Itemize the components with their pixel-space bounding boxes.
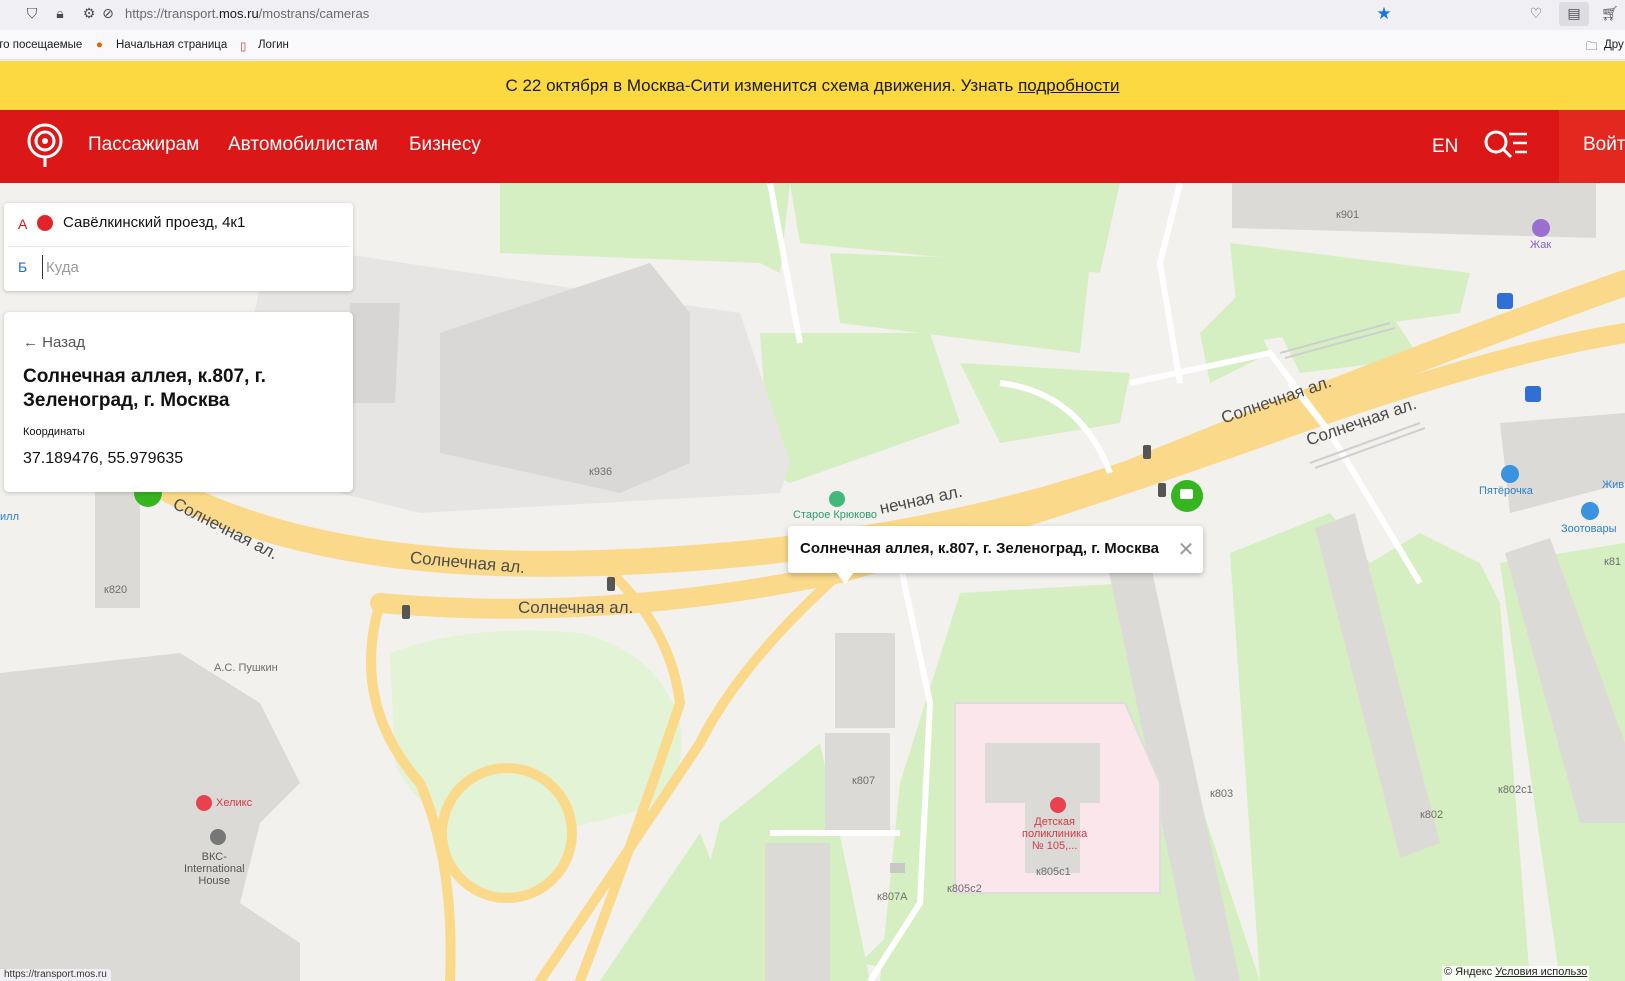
balloon-tail	[836, 572, 854, 584]
tracking-icon[interactable]: ⊘	[99, 5, 117, 23]
poi-label: Жак	[1530, 239, 1552, 251]
logo-icon[interactable]	[26, 122, 64, 168]
building-label: к81	[1604, 556, 1622, 568]
route-point-a-letter: А	[18, 216, 28, 232]
map[interactable]: Солнечная ал. Солнечная ал. Солнечная ал…	[0, 183, 1625, 981]
bookmarks-bar: то посещаемые ● Начальная страница ▯ Лог…	[0, 30, 1625, 60]
poi-label: Жив	[1602, 479, 1625, 491]
lock-icon[interactable]: 🔒︎	[51, 5, 69, 23]
bookmark-other[interactable]: Дру	[1604, 39, 1624, 51]
building-label: к807	[852, 775, 876, 787]
bookmark-icon: ▯	[240, 41, 247, 53]
terms-link[interactable]: Условия использо	[1495, 966, 1587, 978]
poi-label: ВКС- International House	[184, 851, 245, 887]
building-label: к805с1	[1036, 866, 1071, 878]
poi-label: Зоотовары	[1561, 523, 1617, 535]
coordinates-value: 37.189476, 55.979635	[23, 450, 184, 467]
nav-passengers[interactable]: Пассажирам	[88, 134, 199, 156]
url-text[interactable]: https://transport.mos.ru/mostrans/camera…	[125, 6, 369, 21]
shield-icon[interactable]: ⛉	[23, 5, 41, 23]
balloon-address: Солнечная аллея, к.807, г. Зеленоград, г…	[800, 540, 1159, 557]
announcement-text: С 22 октября в Москва-Сити изменится схе…	[505, 76, 1019, 95]
bookmark-home[interactable]: Начальная страница	[116, 39, 227, 51]
poi-label: А.С. Пушкин	[214, 662, 278, 674]
route-point-b-letter: Б	[18, 259, 28, 275]
site-header: Пассажирам Автомобилистам Бизнесу EN Вой…	[0, 110, 1625, 183]
route-to-input[interactable]	[42, 255, 332, 279]
search-menu-icon[interactable]	[1483, 129, 1529, 161]
url-bar[interactable]: ⛉ 🔒︎ ⚙ ⊘ https://transport.mos.ru/mostra…	[0, 0, 1402, 28]
cart-icon[interactable]: 🛒︎	[1601, 5, 1619, 23]
login-button[interactable]: Войт	[1559, 110, 1625, 183]
place-title: Солнечная аллея, к.807, г. Зеленоград, г…	[23, 366, 266, 411]
status-url: https://transport.mos.ru	[0, 969, 111, 981]
map-balloon: Солнечная аллея, к.807, г. Зеленоград, г…	[788, 526, 1203, 573]
folder-icon: 🗀︎	[1586, 41, 1598, 53]
nav-motorists[interactable]: Автомобилистам	[228, 134, 378, 156]
bookmark-most-visited[interactable]: то посещаемые	[0, 39, 82, 51]
announcement-banner: С 22 октября в Москва-Сити изменится схе…	[0, 61, 1625, 110]
permissions-icon[interactable]: ⚙	[80, 5, 98, 23]
building-label: к805с2	[947, 883, 982, 895]
point-a-marker-icon	[37, 215, 53, 231]
firefox-icon: ●	[96, 39, 103, 51]
close-icon[interactable]: ✕	[1176, 539, 1196, 559]
route-panel: А Савёлкинский проезд, 4к1 Б	[4, 203, 353, 291]
poi-label: Хеликс	[216, 797, 253, 809]
route-divider	[8, 246, 349, 247]
pocket-icon[interactable]: ♡	[1527, 5, 1545, 23]
bookmark-login[interactable]: Логин	[258, 39, 289, 51]
location-info-card: ← Назад Солнечная аллея, к.807, г. Зелен…	[4, 312, 353, 492]
login-label: Войт	[1583, 134, 1625, 155]
coordinates-label: Координаты	[23, 426, 85, 438]
announcement-link[interactable]: подробности	[1018, 76, 1119, 95]
poi-label: Старое Крюково	[793, 509, 878, 521]
language-switch[interactable]: EN	[1432, 136, 1458, 158]
route-from-field[interactable]: Савёлкинский проезд, 4к1	[63, 214, 245, 231]
building-label: к820	[104, 584, 128, 596]
reader-view-icon[interactable]: ▤	[1559, 2, 1589, 26]
browser-toolbar: ⛉ 🔒︎ ⚙ ⊘ https://transport.mos.ru/mostra…	[0, 0, 1625, 30]
building-label: к803	[1210, 788, 1234, 800]
building-label: к807А	[877, 891, 908, 903]
building-label: к936	[589, 466, 613, 478]
bookmark-star-icon[interactable]: ★	[1375, 5, 1393, 23]
nav-business[interactable]: Бизнесу	[409, 134, 481, 156]
map-copyright: © Яндекс Условия использо	[1442, 966, 1590, 981]
poi-label: Пятёрочка	[1479, 485, 1533, 497]
building-label: к802	[1420, 809, 1444, 821]
building-label: к802с1	[1498, 784, 1533, 796]
building-label: к901	[1336, 209, 1360, 221]
street-label: Солнечная ал.	[518, 598, 634, 617]
back-link[interactable]: ← Назад	[23, 334, 85, 351]
poi-label: илл	[0, 511, 19, 523]
poi-label: Детская поликлиника № 105,...	[1022, 816, 1088, 852]
